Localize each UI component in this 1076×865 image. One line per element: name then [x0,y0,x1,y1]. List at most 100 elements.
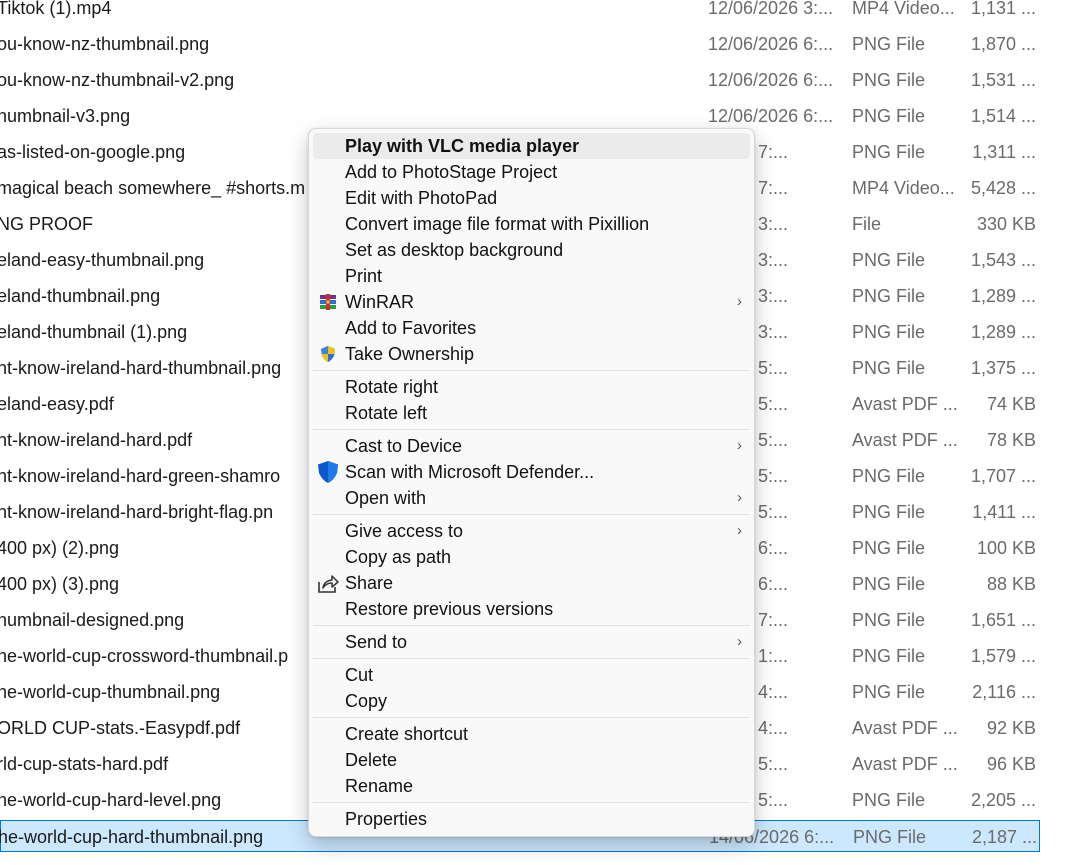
menu-item-label: Restore previous versions [345,599,554,619]
file-size: 96 KB [986,754,1036,774]
file-size: 1,543 ... [970,250,1036,270]
file-size: 1,531 ... [970,70,1036,90]
menu-item-label: Take Ownership [345,344,475,364]
file-type: MP4 Video... [852,0,955,18]
menu-item-rename[interactable]: Rename [313,773,750,799]
menu-item-label: WinRAR [345,292,415,312]
menu-separator [313,514,750,515]
file-type: PNG File [852,790,926,810]
menu-separator [313,429,750,430]
file-name: ou-know-nz-thumbnail-v2.png [0,70,235,90]
file-size: 1,289 ... [970,322,1036,342]
file-size: 5,428 ... [970,178,1036,198]
file-size: 1,514 ... [970,106,1036,126]
menu-item-send-to[interactable]: Send to › [313,629,750,655]
chevron-right-icon: › [737,633,742,650]
menu-separator [313,717,750,718]
menu-item-cast-to-device[interactable]: Cast to Device › [313,433,750,459]
file-type: Avast PDF ... [852,754,958,774]
chevron-right-icon: › [737,522,742,539]
file-type: PNG File [852,358,926,378]
chevron-right-icon: › [737,293,742,310]
file-size: 1,707 ... [970,466,1036,486]
menu-separator [313,658,750,659]
file-type: MP4 Video... [852,178,955,198]
file-type: PNG File [852,250,926,270]
menu-item-delete[interactable]: Delete [313,747,750,773]
menu-item-label: Create shortcut [345,724,469,744]
defender-shield-icon [318,461,338,483]
file-type: PNG File [852,106,926,126]
file-size: 74 KB [986,394,1036,414]
menu-item-edit-with-photopad[interactable]: Edit with PhotoPad [313,185,750,211]
menu-item-rotate-right[interactable]: Rotate right [313,374,750,400]
file-date: 12/06/2026 6:... [708,34,834,54]
menu-item-share[interactable]: Share [313,570,750,596]
menu-item-label: Add to Favorites [345,318,477,338]
file-size: 1,411 ... [972,502,1036,522]
menu-item-label: Cast to Device [345,436,463,456]
file-date: 12/06/2026 3:... [708,0,834,18]
menu-item-convert-image-file-format-with-pixillion[interactable]: Convert image file format with Pixillion [313,211,750,237]
file-size: 1,375 ... [970,358,1036,378]
menu-item-play-with-vlc-media-player[interactable]: Play with VLC media player [313,133,750,159]
menu-item-take-ownership[interactable]: Take Ownership [313,341,750,367]
menu-item-label: Scan with Microsoft Defender... [345,462,595,482]
file-size: 330 KB [976,214,1036,234]
menu-separator [313,802,750,803]
menu-item-label: Edit with PhotoPad [345,188,498,208]
file-row[interactable]: Tiktok (1).mp4 12/06/2026 3:... MP4 Video.… [0,0,1040,24]
menu-item-label: Print [345,266,383,286]
file-size: 1,651 ... [970,610,1036,630]
file-name: Tiktok (1).mp4 [0,0,112,18]
file-row[interactable]: ou-know-nz-thumbnail-v2.png 12/06/2026 6:… [0,64,1040,96]
file-size: 1,870 ... [970,34,1036,54]
menu-item-label: Give access to [345,521,464,541]
file-size: 92 KB [986,718,1036,738]
menu-item-give-access-to[interactable]: Give access to › [313,518,750,544]
menu-item-cut[interactable]: Cut [313,662,750,688]
chevron-right-icon: › [737,489,742,506]
menu-item-winrar[interactable]: WinRAR › [313,289,750,315]
file-type: PNG File [852,574,926,594]
menu-item-create-shortcut[interactable]: Create shortcut [313,721,750,747]
menu-item-add-to-photostage-project[interactable]: Add to PhotoStage Project [313,159,750,185]
file-size: 1,131 ... [970,0,1036,18]
file-type: PNG File [852,142,926,162]
file-size: 78 KB [986,430,1036,450]
menu-item-properties[interactable]: Properties [313,806,750,832]
file-size: 2,205 ... [970,790,1036,810]
file-type: PNG File [852,646,926,666]
menu-item-add-to-favorites[interactable]: Add to Favorites [313,315,750,341]
file-row[interactable]: ou-know-nz-thumbnail.png 12/06/2026 6:...… [0,28,1040,60]
file-size: 88 KB [986,574,1036,594]
file-type: Avast PDF ... [852,430,958,450]
file-type: Avast PDF ... [852,718,958,738]
menu-item-set-as-desktop-background[interactable]: Set as desktop background [313,237,750,263]
file-size: 2,116 ... [972,682,1036,702]
menu-item-rotate-left[interactable]: Rotate left [313,400,750,426]
menu-item-label: Rotate right [345,377,439,397]
menu-item-label: Add to PhotoStage Project [345,162,558,182]
menu-item-label: Copy as path [345,547,452,567]
file-size: 2,187 ... [971,827,1037,847]
menu-item-label: Convert image file format with Pixillion [345,214,650,234]
menu-item-print[interactable]: Print [313,263,750,289]
file-date: 12/06/2026 6:... [708,70,834,90]
menu-item-label: Copy [345,691,388,711]
menu-item-label: Open with [345,488,427,508]
menu-item-label: Share [345,573,394,593]
file-size: 100 KB [976,538,1036,558]
menu-item-label: Cut [345,665,374,685]
menu-item-scan-with-microsoft-defender[interactable]: Scan with Microsoft Defender... [313,459,750,485]
menu-item-open-with[interactable]: Open with › [313,485,750,511]
menu-item-copy[interactable]: Copy [313,688,750,714]
file-type: File [852,214,882,234]
context-menu: Play with VLC media player Add to PhotoSt… [308,128,755,837]
menu-item-copy-as-path[interactable]: Copy as path [313,544,750,570]
menu-item-restore-previous-versions[interactable]: Restore previous versions [313,596,750,622]
file-type: PNG File [852,682,926,702]
file-size: 1,289 ... [970,286,1036,306]
menu-item-label: Send to [345,632,408,652]
share-icon [318,574,339,593]
